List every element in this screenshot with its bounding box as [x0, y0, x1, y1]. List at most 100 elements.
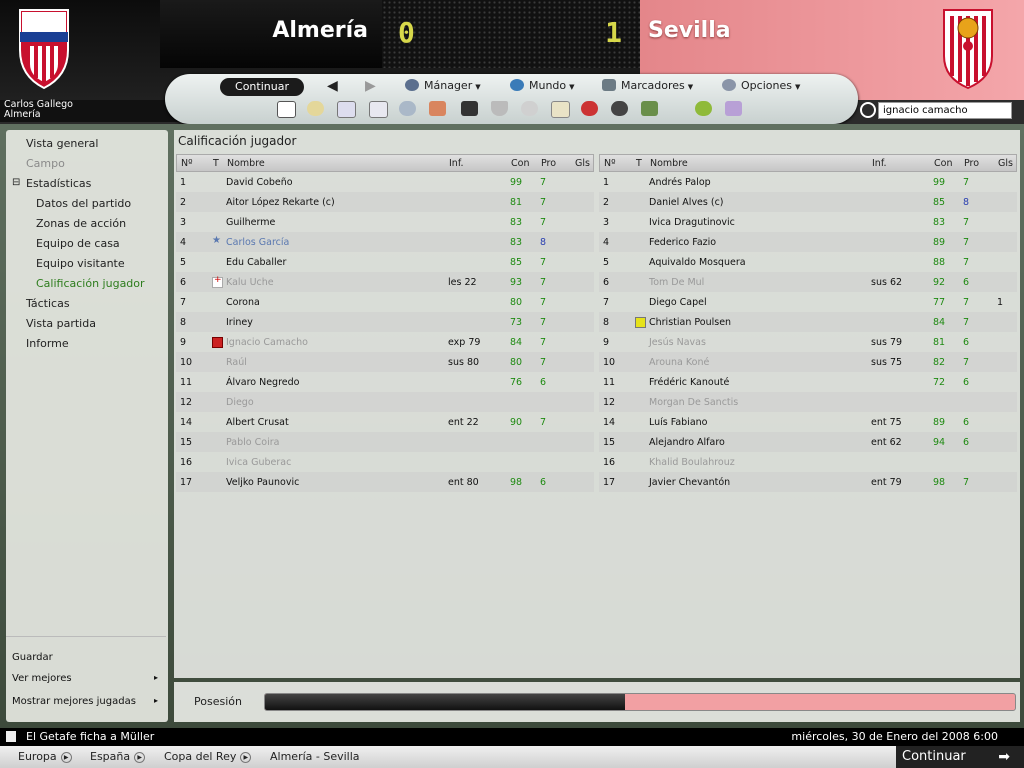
- table-row[interactable]: 3 Guilherme 83 7: [176, 212, 594, 232]
- table-row[interactable]: 11 Álvaro Negredo 76 6: [176, 372, 594, 392]
- squad-icon[interactable]: [399, 101, 416, 116]
- table-row[interactable]: 9 Jesús Navas sus 79 81 6: [599, 332, 1017, 352]
- table-row[interactable]: 14 Albert Crusat ent 22 90 7: [176, 412, 594, 432]
- table-row[interactable]: 17 Javier Chevantón ent 79 98 7: [599, 472, 1017, 492]
- cell-name[interactable]: Christian Poulsen: [649, 317, 731, 328]
- table-row[interactable]: 5 Edu Caballer 85 7: [176, 252, 594, 272]
- cell-name[interactable]: Alejandro Alfaro: [649, 437, 725, 448]
- cell-name[interactable]: Carlos García: [226, 237, 289, 248]
- sidebar-item-tacticas[interactable]: Tácticas: [26, 297, 70, 310]
- column-header[interactable]: T: [636, 158, 642, 169]
- cell-name[interactable]: Daniel Alves (c): [649, 197, 724, 208]
- table-row[interactable]: 1 David Cobeño 99 7: [176, 172, 594, 192]
- table-row[interactable]: 2 Daniel Alves (c) 85 8: [599, 192, 1017, 212]
- cell-name[interactable]: Aquivaldo Mosquera: [649, 257, 746, 268]
- clipboard-icon[interactable]: [551, 101, 570, 118]
- table-row[interactable]: 1 Andrés Palop 99 7: [599, 172, 1017, 192]
- cell-name[interactable]: Luís Fabiano: [649, 417, 708, 428]
- table-row[interactable]: 15 Alejandro Alfaro ent 62 94 6: [599, 432, 1017, 452]
- column-header[interactable]: Pro: [964, 158, 979, 169]
- menu-mundo[interactable]: Mundo ▼: [510, 79, 575, 92]
- column-header[interactable]: Gls: [575, 158, 590, 169]
- table-row[interactable]: 11 Frédéric Kanouté 72 6: [599, 372, 1017, 392]
- table-row[interactable]: 4 ★ Carlos García 83 8: [176, 232, 594, 252]
- continue-button[interactable]: Continuar: [220, 78, 304, 96]
- column-header[interactable]: Nombre: [227, 158, 265, 169]
- cell-name[interactable]: Javier Chevantón: [649, 477, 730, 488]
- column-header[interactable]: Nombre: [650, 158, 688, 169]
- forward-arrow-icon[interactable]: ▶: [365, 78, 376, 94]
- finance-icon[interactable]: [641, 101, 658, 116]
- cell-name[interactable]: Ivica Guberac: [226, 457, 291, 468]
- cell-name[interactable]: Diego Capel: [649, 297, 707, 308]
- trophy-icon[interactable]: [491, 101, 508, 116]
- scout-icon[interactable]: [521, 101, 538, 116]
- search-icon[interactable]: [860, 102, 876, 118]
- binoculars-icon[interactable]: [611, 101, 628, 116]
- table-row[interactable]: 10 Arouna Koné sus 75 82 7: [599, 352, 1017, 372]
- home-icon[interactable]: [277, 101, 296, 118]
- column-header[interactable]: Nº: [604, 158, 616, 169]
- search-input[interactable]: [878, 102, 1012, 119]
- sidebar-item-vista-general[interactable]: Vista general: [26, 137, 98, 150]
- table-row[interactable]: 7 Diego Capel 77 7 1: [599, 292, 1017, 312]
- column-header[interactable]: T: [213, 158, 219, 169]
- cell-name[interactable]: Frédéric Kanouté: [649, 377, 729, 388]
- sidebar-item-informe[interactable]: Informe: [26, 337, 69, 350]
- cell-name[interactable]: Corona: [226, 297, 260, 308]
- cell-name[interactable]: Pablo Coira: [226, 437, 279, 448]
- column-header[interactable]: Con: [511, 158, 529, 169]
- cell-name[interactable]: Federico Fazio: [649, 237, 716, 248]
- back-arrow-icon[interactable]: ◀: [327, 78, 338, 94]
- table-row[interactable]: 16 Khalid Boulahrouz: [599, 452, 1017, 472]
- sidebar-item-estadisticas[interactable]: Estadísticas: [26, 177, 91, 190]
- column-header[interactable]: Inf.: [872, 158, 887, 169]
- column-header[interactable]: Inf.: [449, 158, 464, 169]
- help-icon[interactable]: [695, 101, 712, 116]
- table-row[interactable]: 10 Raúl sus 80 80 7: [176, 352, 594, 372]
- table-row[interactable]: 8 Iriney 73 7: [176, 312, 594, 332]
- sidebar-item-vista-partida[interactable]: Vista partida: [26, 317, 96, 330]
- bottom-continue-button[interactable]: Continuar ➡: [896, 746, 1024, 768]
- cell-name[interactable]: Aitor López Rekarte (c): [226, 197, 335, 208]
- ball-icon[interactable]: [307, 101, 324, 116]
- breadcrumb-europa[interactable]: Europa ▶: [18, 750, 72, 763]
- save-button[interactable]: Guardar: [12, 652, 162, 663]
- table-row[interactable]: 4 Federico Fazio 89 7: [599, 232, 1017, 252]
- cell-name[interactable]: Tom De Mul: [649, 277, 704, 288]
- menu-marcadores[interactable]: Marcadores ▼: [602, 79, 693, 92]
- table-row[interactable]: 12 Diego: [176, 392, 594, 412]
- table-row[interactable]: 5 Aquivaldo Mosquera 88 7: [599, 252, 1017, 272]
- transfer-icon[interactable]: [429, 101, 446, 116]
- cell-name[interactable]: Khalid Boulahrouz: [649, 457, 735, 468]
- column-header[interactable]: Nº: [181, 158, 193, 169]
- cell-name[interactable]: Andrés Palop: [649, 177, 711, 188]
- table-row[interactable]: 3 Ivica Dragutinovic 83 7: [599, 212, 1017, 232]
- news-icon[interactable]: [6, 731, 16, 742]
- cell-name[interactable]: Guilherme: [226, 217, 275, 228]
- table-row[interactable]: 15 Pablo Coira: [176, 432, 594, 452]
- news-headline[interactable]: El Getafe ficha a Müller: [26, 730, 154, 743]
- cell-name[interactable]: Álvaro Negredo: [226, 377, 299, 388]
- table-row[interactable]: 17 Veljko Paunovic ent 80 98 6: [176, 472, 594, 492]
- cell-name[interactable]: Diego: [226, 397, 254, 408]
- cell-name[interactable]: Albert Crusat: [226, 417, 289, 428]
- table-row[interactable]: 6 Kalu Uche les 22 93 7: [176, 272, 594, 292]
- news-icon[interactable]: [337, 101, 356, 118]
- sidebar-item-equipo-visitante[interactable]: Equipo visitante: [36, 257, 125, 270]
- cell-name[interactable]: Ignacio Camacho: [226, 337, 308, 348]
- table-row[interactable]: 6 Tom De Mul sus 62 92 6: [599, 272, 1017, 292]
- table-row[interactable]: 12 Morgan De Sanctis: [599, 392, 1017, 412]
- column-header[interactable]: Gls: [998, 158, 1013, 169]
- match-ball-icon[interactable]: [581, 101, 598, 116]
- table-row[interactable]: 8 Christian Poulsen 84 7: [599, 312, 1017, 332]
- cell-name[interactable]: Raúl: [226, 357, 247, 368]
- collapse-icon[interactable]: ⊟: [12, 177, 20, 188]
- column-header[interactable]: Con: [934, 158, 952, 169]
- menu-opciones[interactable]: Opciones ▼: [722, 79, 800, 92]
- tactics-board-icon[interactable]: [461, 101, 478, 116]
- calendar-icon[interactable]: [369, 101, 388, 118]
- menu-manager[interactable]: Mánager ▼: [405, 79, 481, 92]
- question-icon[interactable]: [725, 101, 742, 116]
- table-row[interactable]: 16 Ivica Guberac: [176, 452, 594, 472]
